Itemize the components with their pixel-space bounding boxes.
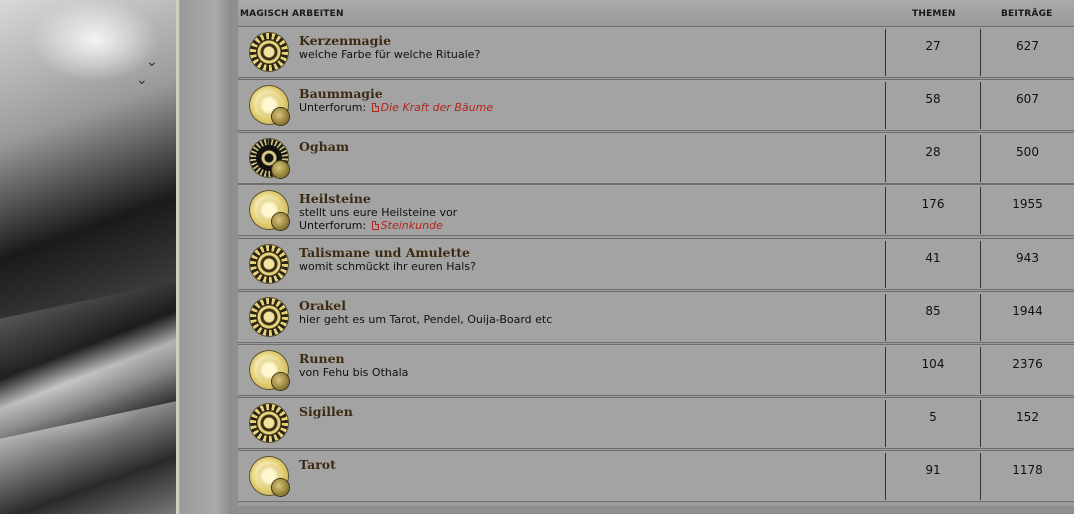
- patterned-medallion-icon: [250, 245, 288, 283]
- subforum-link[interactable]: Steinkunde: [381, 219, 443, 232]
- forum-title-link[interactable]: Ogham: [299, 139, 349, 154]
- unread-badge-icon: [272, 213, 289, 230]
- subforum-line: Unterforum: Die Kraft der Bäume: [299, 101, 493, 114]
- unread-badge-icon: [272, 161, 289, 178]
- topics-count: 91: [925, 463, 941, 477]
- forum-description-block: von Fehu bis Othala: [299, 366, 408, 379]
- forum-title-link[interactable]: Tarot: [299, 457, 336, 472]
- decorative-sidebar-artwork: ⌄ ⌄: [0, 0, 176, 514]
- posts-count: 2376: [1012, 357, 1043, 371]
- category-title[interactable]: MAGISCH ARBEITEN: [240, 9, 344, 19]
- forum-row: Baummagie Unterforum: Die Kraft der Bäum…: [238, 79, 1074, 131]
- patterned-medallion-icon: [250, 33, 288, 71]
- forum-description: hier geht es um Tarot, Pendel, Ouija-Boa…: [299, 313, 553, 326]
- forum-description: welche Farbe für welche Rituale?: [299, 48, 481, 61]
- forum-row: Ogham 28 500: [238, 132, 1074, 184]
- subforum-line: Unterforum: Steinkunde: [299, 219, 457, 232]
- topics-column-header: THEMEN: [912, 9, 956, 19]
- patterned-medallion-icon: [250, 298, 288, 336]
- topics-count: 104: [921, 357, 945, 371]
- posts-count: 1955: [1012, 197, 1043, 211]
- forum-description: von Fehu bis Othala: [299, 366, 409, 379]
- topics-count: 5: [929, 410, 937, 424]
- page-border: [176, 0, 232, 514]
- forum-description-block: hier geht es um Tarot, Pendel, Ouija-Boa…: [299, 313, 552, 326]
- forum-description-block: womit schmückt ihr euren Hals?: [299, 260, 476, 273]
- forum-row: Tarot 91 1178: [238, 450, 1074, 502]
- category-header: MAGISCH ARBEITEN THEMEN BEITRÄGE: [238, 0, 1074, 26]
- topics-count: 176: [921, 197, 945, 211]
- forum-row: Kerzenmagie welche Farbe für welche Ritu…: [238, 26, 1074, 78]
- forum-row: Orakel hier geht es um Tarot, Pendel, Ou…: [238, 291, 1074, 343]
- topics-count: 85: [925, 304, 941, 318]
- subforum-label: Unterforum:: [299, 101, 367, 114]
- posts-count: 627: [1016, 39, 1039, 53]
- topics-count: 41: [925, 251, 941, 265]
- forum-row: Heilsteine stellt uns eure Heilsteine vo…: [238, 184, 1074, 236]
- unread-badge-icon: [272, 108, 289, 125]
- forum-title-link[interactable]: Talismane und Amulette: [299, 245, 470, 260]
- topics-count: 27: [925, 39, 941, 53]
- topics-count: 28: [925, 145, 941, 159]
- posts-count: 1178: [1012, 463, 1043, 477]
- bird-icon: ⌄: [146, 54, 158, 70]
- forum-description: womit schmückt ihr euren Hals?: [299, 260, 476, 273]
- forum-title-link[interactable]: Heilsteine: [299, 191, 371, 206]
- posts-count: 943: [1016, 251, 1039, 265]
- document-icon: [371, 221, 379, 230]
- forum-description: stellt uns eure Heilsteine vor: [299, 206, 458, 219]
- bird-icon: ⌄: [136, 72, 148, 88]
- patterned-medallion-icon: [250, 404, 288, 442]
- forum-description-block: Unterforum: Die Kraft der Bäume: [299, 101, 493, 114]
- forum-description-block: welche Farbe für welche Rituale?: [299, 48, 480, 61]
- forum-category-table: MAGISCH ARBEITEN THEMEN BEITRÄGE Kerzenm…: [238, 0, 1074, 506]
- posts-count: 500: [1016, 145, 1039, 159]
- book-illustration: [0, 281, 176, 439]
- subforum-label: Unterforum:: [299, 219, 367, 232]
- forum-title-link[interactable]: Baummagie: [299, 86, 383, 101]
- forum-title-link[interactable]: Orakel: [299, 298, 346, 313]
- document-icon: [371, 103, 379, 112]
- posts-count: 1944: [1012, 304, 1043, 318]
- forum-description-block: stellt uns eure Heilsteine vor Unterforum…: [299, 206, 457, 232]
- unread-badge-icon: [272, 479, 289, 496]
- forum-title-link[interactable]: Runen: [299, 351, 345, 366]
- posts-count: 152: [1016, 410, 1039, 424]
- unread-badge-icon: [272, 373, 289, 390]
- posts-column-header: BEITRÄGE: [1001, 9, 1053, 19]
- topics-count: 58: [925, 92, 941, 106]
- forum-row: Talismane und Amulette womit schmückt ih…: [238, 238, 1074, 290]
- forum-title-link[interactable]: Sigillen: [299, 404, 353, 419]
- forum-title-link[interactable]: Kerzenmagie: [299, 33, 391, 48]
- forum-row: Sigillen 5 152: [238, 397, 1074, 449]
- posts-count: 607: [1016, 92, 1039, 106]
- subforum-link[interactable]: Die Kraft der Bäume: [381, 101, 493, 114]
- forum-row: Runen von Fehu bis Othala 104 2376: [238, 344, 1074, 396]
